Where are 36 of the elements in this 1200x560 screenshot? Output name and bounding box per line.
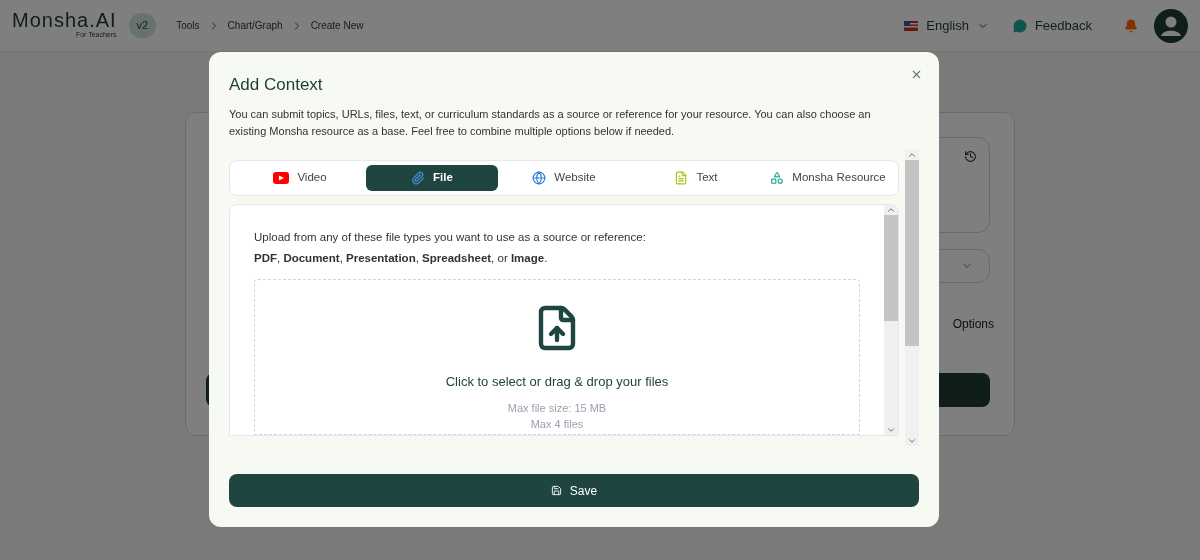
bell-icon[interactable] — [1124, 18, 1138, 33]
logo[interactable]: Monsha.AI — [12, 10, 117, 31]
shapes-icon — [770, 170, 785, 185]
close-button[interactable] — [910, 68, 923, 81]
play-icon — [273, 171, 290, 184]
dialog-title: Add Context — [229, 74, 324, 96]
upload-limit: Max file size: 15 MB — [507, 400, 607, 416]
globe-icon — [532, 170, 547, 185]
version-badge: v2 — [128, 13, 157, 38]
tab[interactable]: Monsha Resource — [762, 164, 894, 191]
flag-icon — [904, 20, 919, 31]
language-selector[interactable]: English — [926, 15, 969, 36]
breadcrumb[interactable]: Tools — [176, 18, 200, 33]
dialog-description: You can submit topics, URLs, files, text, or curriculum standards as a source or reference for your resource. You can also choose an existing Monsha resource as a base. Feel free to combine multiple options below if needed. — [229, 106, 872, 139]
breadcrumb[interactable]: Create New — [310, 18, 364, 33]
tab[interactable]: Text — [630, 164, 762, 191]
drop-instructions: Click to select or drag & drop your files — [445, 373, 669, 391]
upload-limit: Max 4 files — [530, 416, 584, 432]
tab[interactable]: Video — [234, 164, 366, 191]
breadcrumb[interactable]: Chart/Graph — [227, 18, 283, 33]
file-types-text: PDF, Document, Presentation, Spreadsheet, or Image. — [254, 250, 549, 266]
avatar-icon[interactable] — [1154, 8, 1188, 43]
scrollbar[interactable] — [905, 149, 919, 446]
tab[interactable]: Website — [498, 164, 630, 191]
paperclip-icon — [411, 170, 426, 185]
history-icon[interactable] — [964, 150, 977, 163]
tab[interactable]: File — [366, 164, 498, 191]
drop-zone[interactable]: Click to select or drag & drop your files Max file size: 15 MB Max 4 files — [254, 279, 860, 435]
save-icon — [550, 485, 562, 496]
scrollbar[interactable] — [884, 204, 898, 435]
save-button[interactable]: Save — [229, 474, 919, 507]
document-icon — [674, 170, 689, 185]
feedback-link[interactable]: Feedback — [1034, 15, 1092, 36]
options-label[interactable]: Options — [952, 315, 994, 333]
chat-icon — [1012, 18, 1027, 33]
upload-intro: Upload from any of these file types you want to use as a source or reference: — [254, 229, 647, 245]
